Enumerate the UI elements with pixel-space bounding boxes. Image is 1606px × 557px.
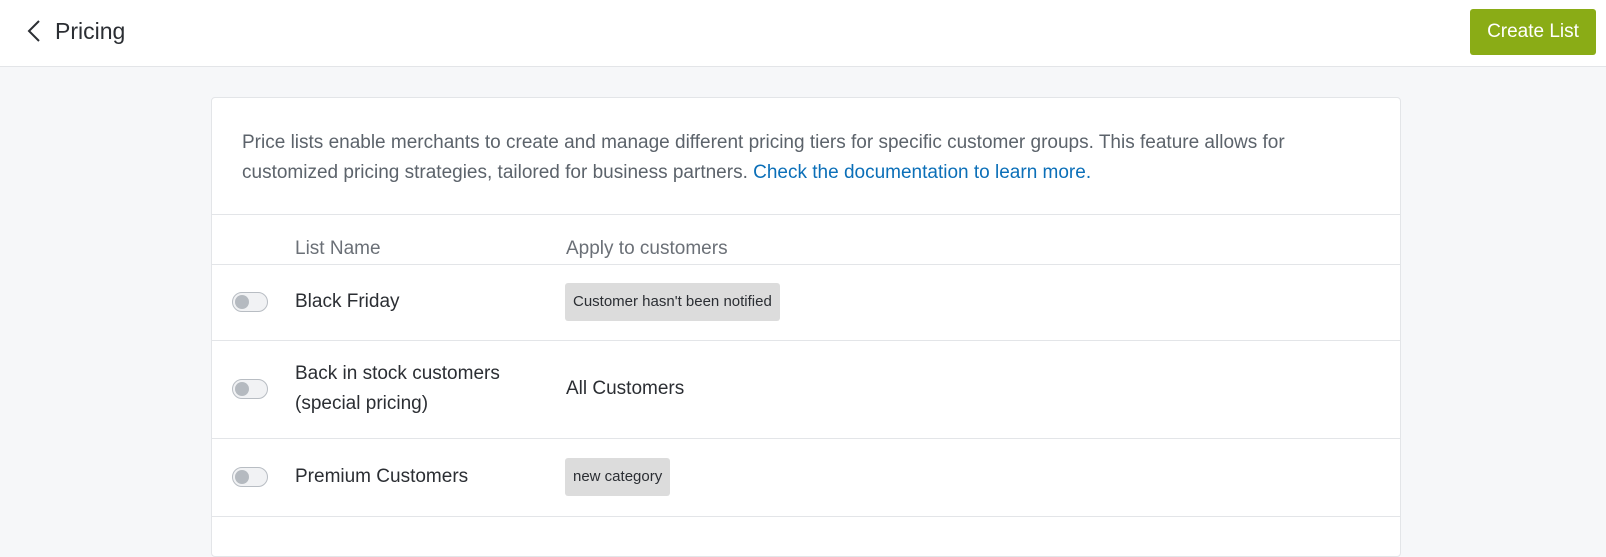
documentation-link[interactable]: Check the documentation to learn more. xyxy=(753,162,1091,183)
divider xyxy=(212,516,1400,517)
customer-group-text: All Customers xyxy=(566,378,685,399)
column-header-apply-to-customers: Apply to customers xyxy=(566,238,728,259)
enable-toggle[interactable] xyxy=(232,467,268,487)
divider xyxy=(212,214,1400,215)
enable-toggle[interactable] xyxy=(232,292,268,312)
enable-toggle[interactable] xyxy=(232,379,268,399)
toggle-knob xyxy=(235,295,249,309)
create-list-button[interactable]: Create List xyxy=(1470,9,1596,55)
divider xyxy=(212,264,1400,265)
list-name: Premium Customers xyxy=(295,466,469,487)
intro-text: Price lists enable merchants to create a… xyxy=(242,128,1372,188)
list-name: Back in stock customers (special pricing… xyxy=(295,363,500,414)
divider xyxy=(212,340,1400,341)
top-bar: Pricing Create List xyxy=(0,0,1606,67)
list-name: Black Friday xyxy=(295,291,400,312)
column-header-list-name: List Name xyxy=(295,238,381,259)
chevron-left-icon xyxy=(27,20,40,42)
customer-badge: new category xyxy=(565,458,671,496)
back-button[interactable] xyxy=(24,16,44,46)
page-title: Pricing xyxy=(55,18,126,44)
price-lists-card: Price lists enable merchants to create a… xyxy=(211,97,1401,557)
toggle-knob xyxy=(235,382,249,396)
customer-badge: Customer hasn't been notified xyxy=(565,283,780,321)
toggle-knob xyxy=(235,470,249,484)
divider xyxy=(212,438,1400,439)
